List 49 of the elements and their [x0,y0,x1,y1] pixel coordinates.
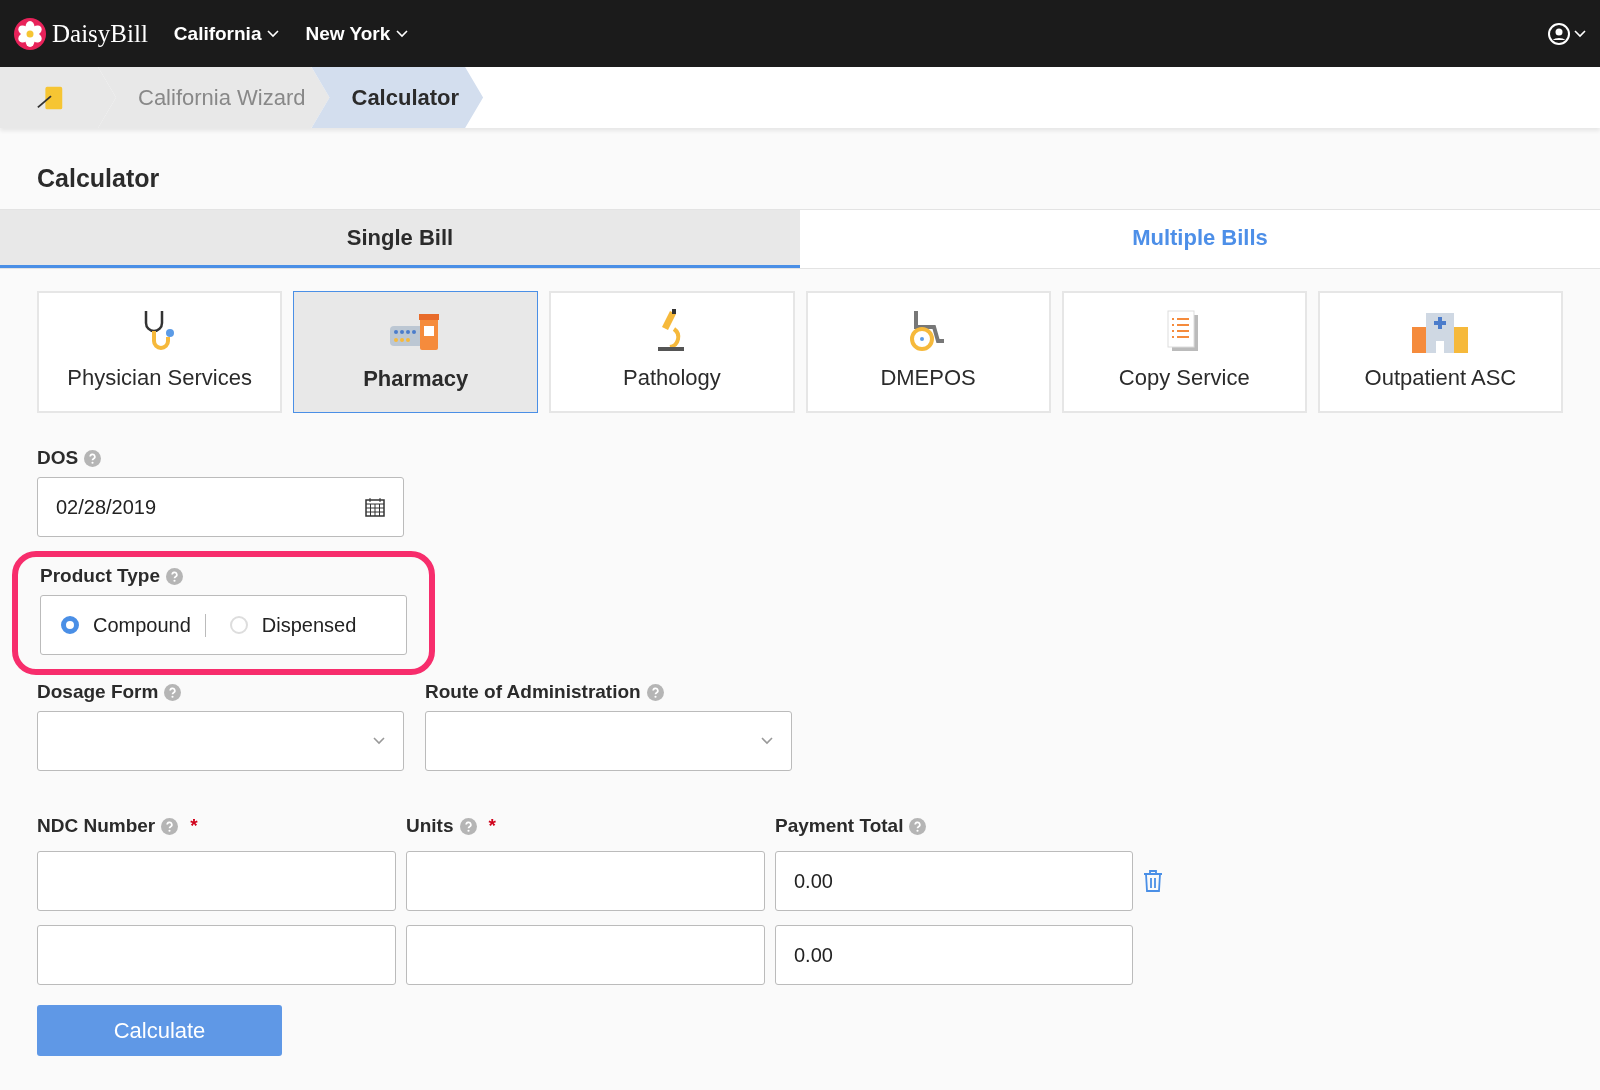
caret-icon [1574,29,1586,38]
payment-total-field[interactable]: 0.00 [775,925,1133,985]
trash-icon[interactable] [1143,869,1163,893]
help-icon[interactable] [166,567,183,585]
column-label: Units [406,815,454,837]
user-menu-button[interactable] [1548,22,1586,45]
dropdown-field[interactable] [425,711,792,771]
required-mark: * [488,815,496,837]
field-label: Product Type [40,565,160,587]
help-icon[interactable] [459,817,477,835]
field-label: DOS [37,447,79,469]
field-label: Route of Administration [425,681,641,703]
user-icon [1548,22,1570,45]
breadcrumb[interactable]: Calculator [311,67,484,128]
ndc-input[interactable] [37,851,396,911]
help-icon[interactable] [164,683,182,701]
service-card[interactable]: Outpatient ASC [1317,291,1563,413]
nav-menu[interactable]: California [173,22,280,45]
date-field[interactable]: 02/28/2019 [37,477,404,537]
caret-icon [761,737,773,745]
units-input[interactable] [406,851,765,911]
radio-option[interactable]: Compound [61,613,205,637]
service-card[interactable]: DMEPOS [805,291,1051,413]
home-crumb[interactable] [0,67,116,128]
calendar-icon [365,497,385,517]
dropdown-field[interactable] [37,711,404,771]
service-card[interactable]: Pharmacy [293,291,539,413]
caret-icon [267,29,280,38]
column-label: Payment Total [775,815,904,837]
help-icon[interactable] [161,817,179,835]
service-card[interactable]: Pathology [549,291,795,413]
help-icon[interactable] [909,817,927,835]
help-icon[interactable] [646,683,664,701]
units-input[interactable] [406,925,765,985]
payment-total-field[interactable]: 0.00 [775,851,1133,911]
field-label: Dosage Form [37,681,159,703]
nav-menu[interactable]: New York [305,22,409,45]
flower-logo-icon [14,17,46,50]
column-label: NDC Number [37,815,156,837]
caret-icon [396,29,409,38]
radio-option[interactable]: Dispensed [204,613,371,637]
logo-text: DaisyBill [52,19,148,48]
caret-icon [373,737,385,745]
service-card[interactable]: Copy Service [1061,291,1307,413]
tab[interactable]: Single Bill [0,210,800,268]
help-icon[interactable] [84,449,102,467]
ndc-input[interactable] [37,925,396,985]
required-mark: * [190,815,198,837]
service-card[interactable]: Physician Services [37,291,283,413]
